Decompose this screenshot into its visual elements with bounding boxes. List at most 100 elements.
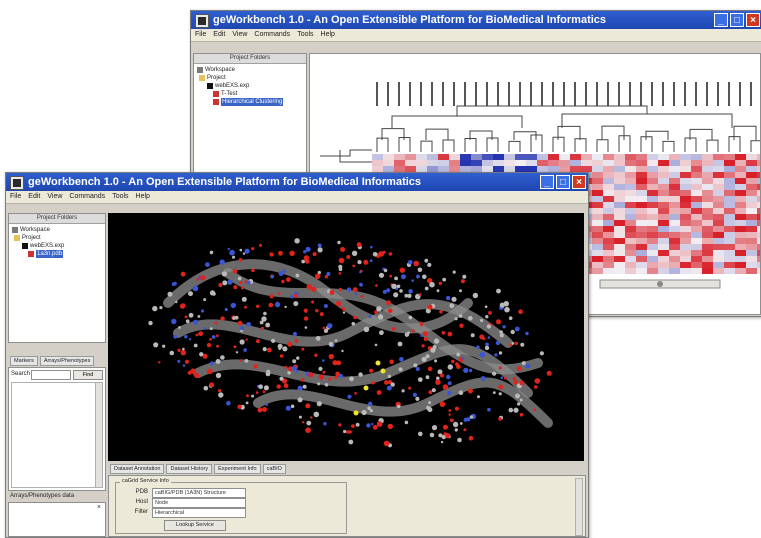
heatmap-cell bbox=[713, 232, 724, 238]
maximize-icon[interactable]: □ bbox=[730, 13, 744, 27]
close-icon[interactable]: × bbox=[97, 504, 101, 511]
close-icon[interactable]: × bbox=[746, 13, 760, 27]
molecule-viewer[interactable] bbox=[108, 213, 584, 461]
tree-item-dataset[interactable]: webEXS.exp bbox=[197, 82, 283, 90]
filter-field[interactable]: Hierarchical bbox=[152, 508, 246, 518]
minimize-icon[interactable]: _ bbox=[714, 13, 728, 27]
atom bbox=[209, 250, 214, 255]
tree-item-dataset[interactable]: webEXS.exp bbox=[12, 242, 64, 250]
tab-dataset-annotation[interactable]: Dataset Annotation bbox=[110, 464, 165, 474]
atom bbox=[441, 331, 446, 335]
tree-item-structure[interactable]: 1a3n.pdb bbox=[12, 250, 64, 258]
heatmap-cell bbox=[680, 184, 691, 190]
atom bbox=[383, 440, 390, 447]
heatmap-cell bbox=[691, 244, 702, 250]
atom bbox=[408, 289, 413, 294]
menu-commands[interactable]: Commands bbox=[254, 29, 290, 41]
tab-arrays-phenotypes[interactable]: Arrays/Phenotypes bbox=[39, 356, 95, 366]
heatmap-cell bbox=[713, 238, 724, 244]
find-button[interactable]: Find bbox=[73, 370, 103, 380]
atom bbox=[346, 287, 352, 292]
service-box-title: caGrid Service Info bbox=[120, 478, 171, 484]
heatmap-cell bbox=[614, 238, 625, 244]
menu-tools[interactable]: Tools bbox=[112, 191, 128, 203]
heatmap-cell bbox=[636, 196, 647, 202]
atom bbox=[448, 409, 452, 412]
atom bbox=[386, 385, 392, 391]
heatmap-cell bbox=[757, 160, 760, 166]
vertical-scrollbar[interactable] bbox=[575, 478, 583, 536]
host-field[interactable]: Node bbox=[152, 498, 246, 508]
dataset-icon bbox=[207, 83, 213, 89]
menu-edit[interactable]: Edit bbox=[213, 29, 225, 41]
tab-experiment-info[interactable]: Experiment Info bbox=[214, 464, 261, 474]
atom bbox=[315, 309, 319, 313]
heatmap-cell bbox=[724, 184, 735, 190]
atom bbox=[285, 405, 291, 411]
vertical-scrollbar[interactable] bbox=[95, 382, 103, 488]
tab-dataset-history[interactable]: Dataset History bbox=[166, 464, 213, 474]
pdb-field[interactable]: caBIG/PDB (1A3N) Structure bbox=[152, 488, 246, 498]
menu-commands[interactable]: Commands bbox=[69, 191, 105, 203]
heatmap-cell bbox=[614, 256, 625, 262]
tab-cabio[interactable]: caBIO bbox=[262, 464, 286, 474]
heatmap-cell bbox=[614, 160, 625, 166]
column-label bbox=[387, 82, 389, 106]
atom bbox=[513, 407, 519, 413]
atom bbox=[396, 284, 401, 289]
heatmap-cell bbox=[592, 196, 603, 202]
menu-file[interactable]: File bbox=[195, 29, 206, 41]
heatmap-cell bbox=[746, 166, 757, 172]
atom bbox=[468, 368, 473, 373]
back-window-titlebar[interactable]: geWorkbench 1.0 - An Open Extensible Pla… bbox=[191, 11, 761, 29]
heatmap-cell bbox=[669, 238, 680, 244]
heatmap-cell bbox=[669, 244, 680, 250]
lookup-service-button[interactable]: Lookup Service bbox=[164, 520, 226, 531]
front-window-titlebar[interactable]: geWorkbench 1.0 - An Open Extensible Pla… bbox=[6, 173, 588, 191]
tree-item-workspace[interactable]: Workspace bbox=[12, 226, 64, 234]
atom bbox=[203, 385, 209, 391]
markers-list[interactable] bbox=[11, 382, 97, 488]
menu-tools[interactable]: Tools bbox=[297, 29, 313, 41]
menu-help[interactable]: Help bbox=[136, 191, 150, 203]
close-icon[interactable]: × bbox=[572, 175, 586, 189]
tree-item-ttest[interactable]: T-Test bbox=[197, 90, 283, 98]
atom bbox=[337, 240, 341, 245]
heatmap-cell bbox=[735, 208, 746, 214]
tab-markers[interactable]: Markers bbox=[10, 356, 38, 366]
atom bbox=[282, 269, 287, 273]
atom bbox=[539, 351, 544, 356]
atom bbox=[196, 278, 199, 281]
tree-item-project[interactable]: Project bbox=[12, 234, 64, 242]
atom bbox=[376, 421, 383, 427]
phenotype-list[interactable] bbox=[11, 505, 95, 533]
atom bbox=[384, 380, 389, 385]
slider-knob[interactable] bbox=[657, 281, 663, 287]
minimize-icon[interactable]: _ bbox=[540, 175, 554, 189]
heatmap-cell bbox=[603, 184, 614, 190]
heatmap-cell bbox=[603, 226, 614, 232]
heatmap-cell bbox=[592, 202, 603, 208]
menu-view[interactable]: View bbox=[47, 191, 62, 203]
protein-structure-render[interactable] bbox=[108, 213, 584, 461]
atom bbox=[382, 250, 386, 254]
heatmap-cell bbox=[757, 178, 760, 184]
heatmap-cell bbox=[603, 220, 614, 226]
tree-item-clustering[interactable]: Hierarchical Clustering bbox=[197, 98, 284, 106]
menu-view[interactable]: View bbox=[232, 29, 247, 41]
sulfur-atom bbox=[363, 385, 369, 391]
heatmap-cell bbox=[658, 232, 669, 238]
heatmap-cell bbox=[636, 208, 647, 214]
column-label bbox=[519, 82, 521, 106]
menu-file[interactable]: File bbox=[10, 191, 21, 203]
tree-item-project[interactable]: Project bbox=[197, 74, 283, 82]
maximize-icon[interactable]: □ bbox=[556, 175, 570, 189]
menu-edit[interactable]: Edit bbox=[28, 191, 40, 203]
atom bbox=[318, 374, 324, 380]
menu-help[interactable]: Help bbox=[321, 29, 335, 41]
atom bbox=[484, 345, 490, 351]
heatmap-cell bbox=[669, 232, 680, 238]
search-input[interactable] bbox=[31, 370, 71, 380]
atom bbox=[496, 319, 501, 325]
tree-item-workspace[interactable]: Workspace bbox=[197, 66, 283, 74]
